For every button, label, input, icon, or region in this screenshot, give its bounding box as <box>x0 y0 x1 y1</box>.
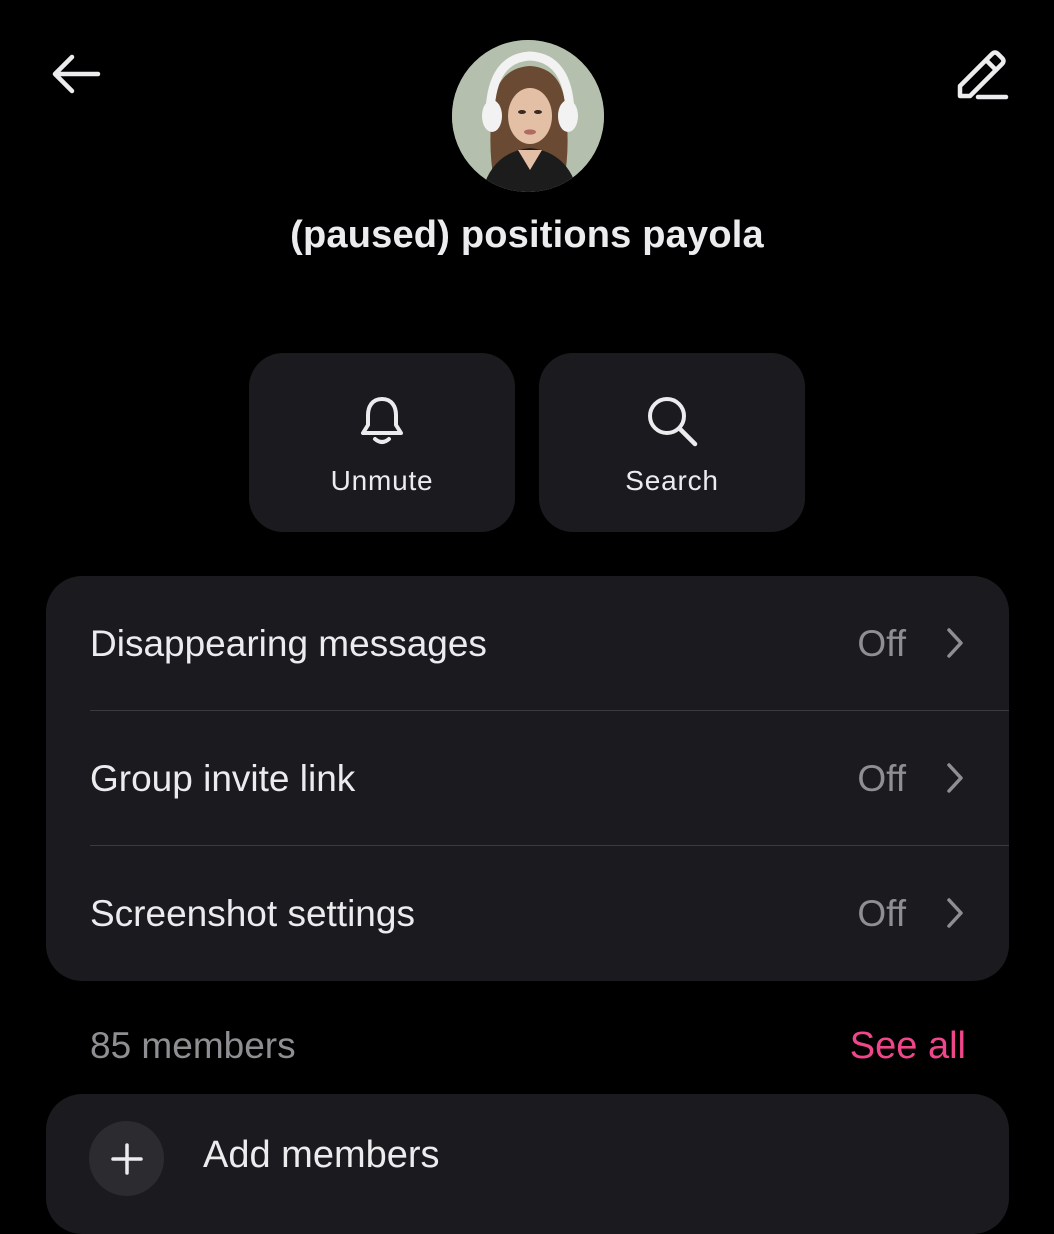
settings-row-label: Screenshot settings <box>90 893 415 934</box>
chevron-right-icon <box>947 898 963 928</box>
settings-row-label: Disappearing messages <box>90 623 487 664</box>
chevron-right-icon <box>947 628 963 658</box>
see-all-link[interactable]: See all <box>850 1025 966 1068</box>
unmute-button[interactable]: Unmute <box>249 353 515 532</box>
bell-icon-wrap <box>249 389 515 453</box>
settings-card: Disappearing messages Off Group invite l… <box>46 576 1009 981</box>
group-invite-link-row[interactable]: Group invite link Off <box>46 711 1009 846</box>
settings-row-value: Off <box>857 758 906 799</box>
pencil-edit-icon <box>957 50 1009 100</box>
search-icon-wrap <box>539 389 805 453</box>
screenshot-settings-row[interactable]: Screenshot settings Off <box>46 846 1009 981</box>
settings-row-label: Group invite link <box>90 758 356 799</box>
search-button[interactable]: Search <box>539 353 805 532</box>
group-name: (paused) positions payola <box>290 214 764 256</box>
group-avatar-photo <box>452 40 604 192</box>
search-label: Search <box>625 465 719 496</box>
bell-icon <box>361 397 403 444</box>
plus-icon <box>110 1142 143 1175</box>
chevron-right-icon <box>947 763 963 793</box>
add-members-row[interactable]: Add members <box>46 1094 1009 1234</box>
group-avatar <box>452 40 604 192</box>
add-members-label: Add members <box>203 1134 440 1176</box>
unmute-label: Unmute <box>330 465 434 496</box>
disappearing-messages-row[interactable]: Disappearing messages Off <box>46 576 1009 711</box>
add-members-icon-circle <box>89 1121 164 1196</box>
arrow-left-icon <box>52 54 101 94</box>
settings-row-value: Off <box>857 893 906 934</box>
settings-row-value: Off <box>857 623 906 664</box>
search-icon <box>648 397 698 447</box>
members-count: 85 members <box>90 1025 296 1066</box>
back-button[interactable] <box>44 44 108 104</box>
edit-button[interactable] <box>944 40 1016 108</box>
